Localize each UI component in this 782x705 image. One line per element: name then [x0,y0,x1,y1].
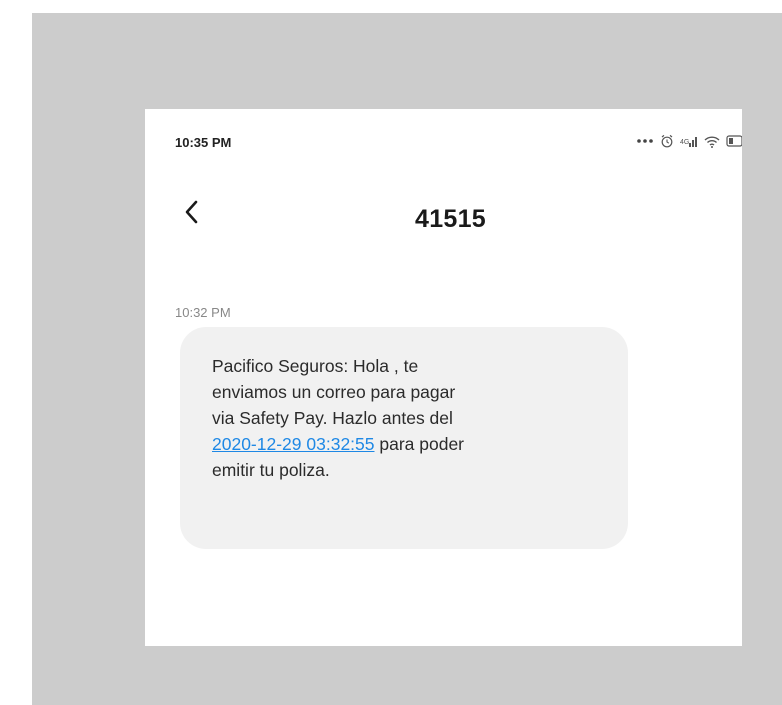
signal-icon: 4G [680,135,698,147]
phone-screen: 10:35 PM 4G 41515 10:32 PM Pacifico Segu… [145,109,742,646]
conversation-title: 41515 [414,205,487,233]
message-text: para poder [374,434,465,454]
svg-text:4G: 4G [680,139,689,146]
wifi-icon [704,135,720,148]
more-dots-icon [636,138,654,144]
message-timestamp: 10:32 PM [175,305,231,320]
status-icons: 4G [636,132,742,150]
date-link[interactable]: 2020-12-29 03:32:55 [212,434,375,454]
status-time: 10:35 PM [175,135,232,150]
message-line: enviamos un correo para pagar [212,382,456,402]
message-line: Pacifico Seguros: Hola , te [212,356,419,376]
battery-icon [726,135,742,147]
message-line: emitir tu poliza. [212,460,330,480]
photo-frame: 10:35 PM 4G 41515 10:32 PM Pacifico Segu… [32,13,782,705]
message-bubble: Pacifico Seguros: Hola , te enviamos un … [180,327,628,549]
message-line: 2020-12-29 03:32:55 para poder [212,431,596,457]
message-line: via Safety Pay. Hazlo antes del [212,408,453,428]
alarm-icon [660,134,674,148]
